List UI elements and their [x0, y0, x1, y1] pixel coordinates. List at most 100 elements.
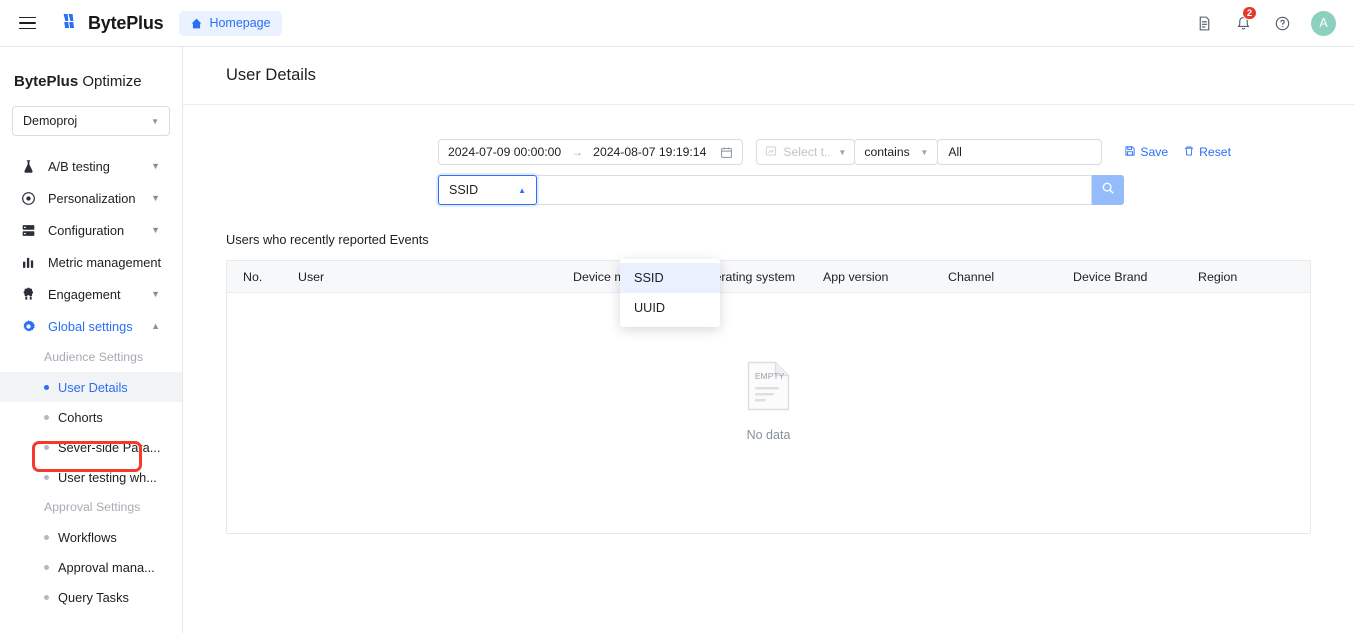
sidebar-item-personalization[interactable]: Personalization ▼	[0, 182, 182, 214]
sidebar-item-label: Approval mana...	[58, 559, 155, 575]
calendar-icon	[720, 146, 733, 159]
server-icon	[20, 222, 37, 239]
search-field-select[interactable]: SSID ▲	[438, 175, 537, 205]
hamburger-icon[interactable]	[14, 10, 40, 36]
homepage-chip[interactable]: Homepage	[179, 10, 282, 36]
sidebar-item-ab-testing[interactable]: A/B testing ▼	[0, 150, 182, 182]
sidebar-item-user-details[interactable]: User Details	[0, 372, 182, 402]
app-root: BytePlus Homepage 2 A BytePlus Optimize …	[0, 0, 1354, 633]
filter-actions: Save Reset	[1124, 145, 1231, 160]
brand-name: BytePlus	[88, 12, 164, 33]
chevron-up-icon: ▲	[518, 185, 526, 195]
bullet-icon	[44, 474, 49, 480]
search-bar: SSID ▲	[438, 175, 1311, 205]
document-icon[interactable]	[1194, 13, 1214, 33]
empty-document-icon: EMPTY	[747, 361, 790, 416]
bullet-icon	[44, 534, 49, 540]
reset-button[interactable]: Reset	[1183, 145, 1231, 160]
avatar[interactable]: A	[1311, 10, 1336, 36]
search-button[interactable]	[1092, 175, 1124, 205]
sidebar-item-label: Sever-side Para...	[58, 439, 161, 455]
reset-button-label: Reset	[1199, 145, 1231, 159]
content-body: 2024-07-09 00:00:00 → 2024-08-07 19:19:1…	[183, 105, 1354, 534]
product-title: BytePlus Optimize	[14, 73, 182, 90]
table-column-header: User	[298, 269, 325, 284]
trash-icon	[1183, 145, 1195, 160]
notification-badge: 2	[1242, 6, 1257, 20]
sidebar-item-cohorts[interactable]: Cohorts	[0, 402, 182, 432]
sidebar-item-label: User testing wh...	[58, 469, 157, 485]
search-input[interactable]	[537, 175, 1092, 205]
event-type-select[interactable]: Select t... ▼	[756, 139, 856, 165]
sidebar-item-query-tasks[interactable]: Query Tasks	[0, 582, 182, 612]
sidebar-item-metric-management[interactable]: Metric management	[0, 246, 182, 278]
dropdown-option-ssid[interactable]: SSID	[620, 263, 720, 293]
empty-state-label: No data	[746, 428, 791, 442]
byteplus-logo-icon	[58, 12, 83, 34]
sidebar-item-workflows[interactable]: Workflows	[0, 522, 182, 552]
save-icon	[1124, 145, 1136, 160]
bar-chart-icon	[20, 254, 37, 271]
project-selector-value: Demoproj	[23, 114, 78, 128]
operator-select[interactable]: contains ▼	[854, 139, 939, 165]
sidebar-group-approval-settings: Approval Settings	[44, 500, 141, 514]
sidebar: BytePlus Optimize Demoproj ▼ A/B testing…	[0, 47, 183, 633]
question-circle-icon[interactable]	[1272, 13, 1292, 33]
chevron-down-icon: ▼	[838, 147, 847, 157]
sidebar-item-label: Metric management	[48, 254, 162, 270]
save-button-label: Save	[1140, 145, 1169, 159]
sidebar-item-label: Engagement	[48, 286, 121, 302]
sidebar-item-label: Workflows	[58, 529, 117, 545]
search-icon	[1101, 181, 1115, 200]
filter-value-text: All	[948, 145, 962, 159]
chevron-down-icon: ▼	[920, 147, 929, 157]
table-empty-state: EMPTY No data	[227, 361, 1310, 442]
product-title-rest: Optimize	[78, 73, 142, 90]
dropdown-option-uuid[interactable]: UUID	[620, 293, 720, 323]
table-header-row: No. User Device model Operating system A…	[227, 261, 1310, 293]
top-bar-actions: 2 A	[1194, 6, 1336, 36]
sidebar-item-label: Cohorts	[58, 409, 103, 425]
sidebar-group-audience-settings: Audience Settings	[44, 350, 144, 364]
date-range-end: 2024-08-07 19:19:14	[593, 145, 707, 159]
home-icon	[190, 17, 203, 30]
filter-bar: 2024-07-09 00:00:00 → 2024-08-07 19:19:1…	[438, 139, 1311, 165]
chevron-up-icon: ▲	[151, 321, 160, 331]
gear-icon	[20, 318, 37, 335]
operator-value: contains	[864, 145, 910, 159]
homepage-chip-label: Homepage	[209, 16, 271, 30]
table-column-header: No.	[243, 269, 263, 284]
sidebar-item-user-testing-wh[interactable]: User testing wh...	[0, 462, 182, 492]
sidebar-item-label: A/B testing	[48, 158, 110, 174]
chevron-down-icon: ▼	[151, 289, 160, 299]
sidebar-item-server-side-para[interactable]: Sever-side Para...	[0, 432, 182, 462]
sidebar-item-approval-mana[interactable]: Approval mana...	[0, 552, 182, 582]
product-title-bold: BytePlus	[14, 73, 79, 90]
bullet-icon	[44, 384, 49, 390]
main-content: User Details 2024-07-09 00:00:00 → 2024-…	[183, 47, 1354, 633]
filter-value-input[interactable]: All	[937, 139, 1103, 165]
sidebar-item-label: User Details	[58, 379, 128, 395]
sidebar-item-engagement[interactable]: Engagement ▼	[0, 278, 182, 310]
flask-icon	[20, 158, 37, 175]
sidebar-item-label: Global settings	[48, 318, 133, 334]
brand: BytePlus	[58, 12, 164, 34]
sidebar-item-configuration[interactable]: Configuration ▼	[0, 214, 182, 246]
chevron-down-icon: ▼	[151, 193, 160, 203]
chart-icon	[765, 145, 777, 160]
date-range-arrow: →	[571, 145, 584, 159]
bullet-icon	[44, 444, 49, 450]
sidebar-item-label: Query Tasks	[58, 589, 129, 605]
bell-icon[interactable]: 2	[1233, 6, 1257, 33]
chevron-down-icon: ▼	[151, 116, 159, 126]
date-range-picker[interactable]: 2024-07-09 00:00:00 → 2024-08-07 19:19:1…	[438, 139, 744, 165]
event-type-placeholder: Select t...	[783, 145, 833, 159]
save-button[interactable]: Save	[1124, 145, 1168, 160]
page-title: User Details	[226, 66, 316, 84]
sidebar-item-label: Personalization	[48, 190, 136, 206]
search-field-dropdown[interactable]: SSID UUID	[620, 259, 720, 327]
project-selector[interactable]: Demoproj ▼	[12, 106, 170, 136]
sidebar-item-global-settings[interactable]: Global settings ▲	[0, 310, 182, 342]
sidebar-item-label: Configuration	[48, 222, 125, 238]
table-caption: Users who recently reported Events	[226, 232, 429, 247]
